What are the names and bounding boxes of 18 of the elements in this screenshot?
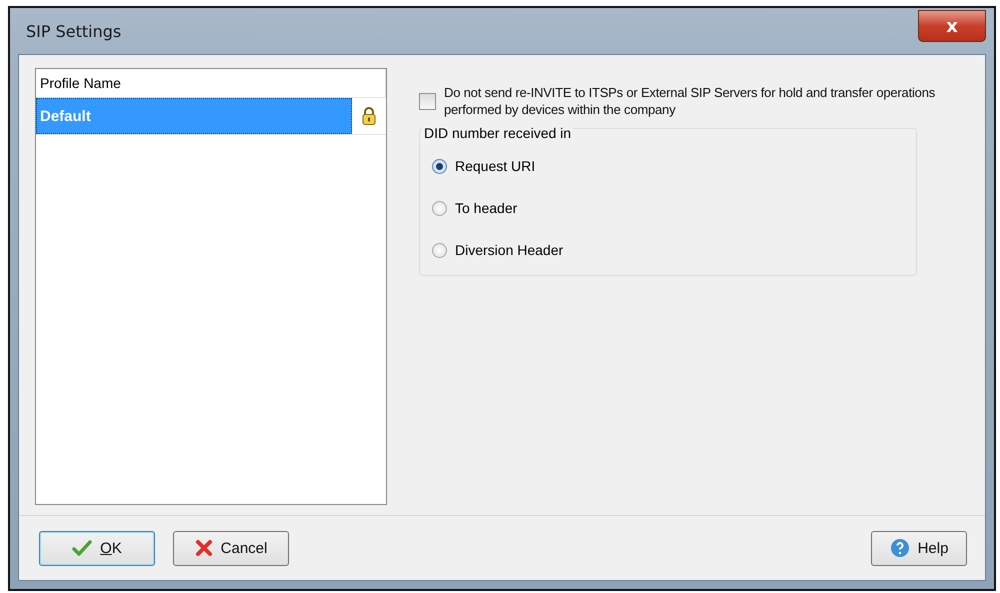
window-title: SIP Settings xyxy=(25,22,122,40)
help-icon xyxy=(890,538,910,558)
close-button[interactable]: x xyxy=(918,10,986,42)
radio-label: Diversion Header xyxy=(455,242,564,258)
checkbox[interactable] xyxy=(419,92,436,110)
group-title: DID number received in xyxy=(422,125,574,141)
checkbox-label: Do not send re-INVITE to ITSPs or External SIP Servers for hold and transfer operations performed by devices within the company xyxy=(444,84,936,118)
radio-button[interactable] xyxy=(432,200,447,216)
radio-button[interactable] xyxy=(432,242,447,258)
radio-label: To header xyxy=(455,200,518,216)
column-header: Profile Name xyxy=(40,75,121,91)
cancel-button[interactable]: Cancel xyxy=(173,530,289,566)
checkmark-icon xyxy=(72,540,92,556)
radio-button[interactable] xyxy=(432,158,447,174)
cross-icon xyxy=(194,539,213,557)
radio-label: Request URI xyxy=(455,158,536,174)
help-button[interactable]: Help xyxy=(871,530,967,566)
ok-button[interactable]: OK xyxy=(39,530,155,566)
